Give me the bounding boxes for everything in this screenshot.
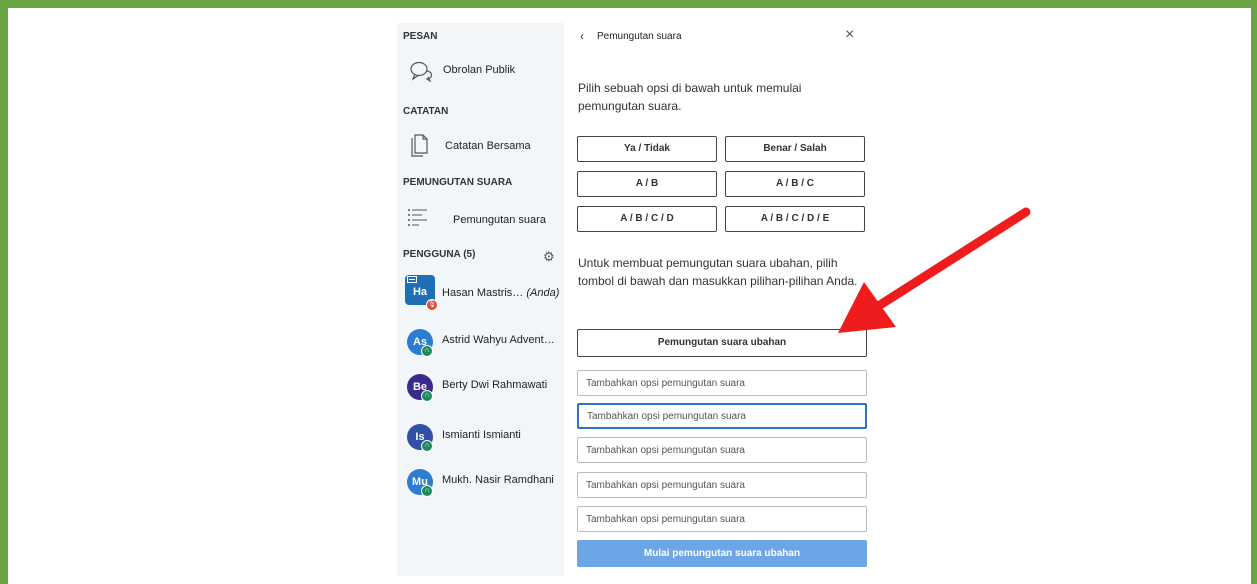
red-arrow-annotation (838, 207, 1031, 333)
